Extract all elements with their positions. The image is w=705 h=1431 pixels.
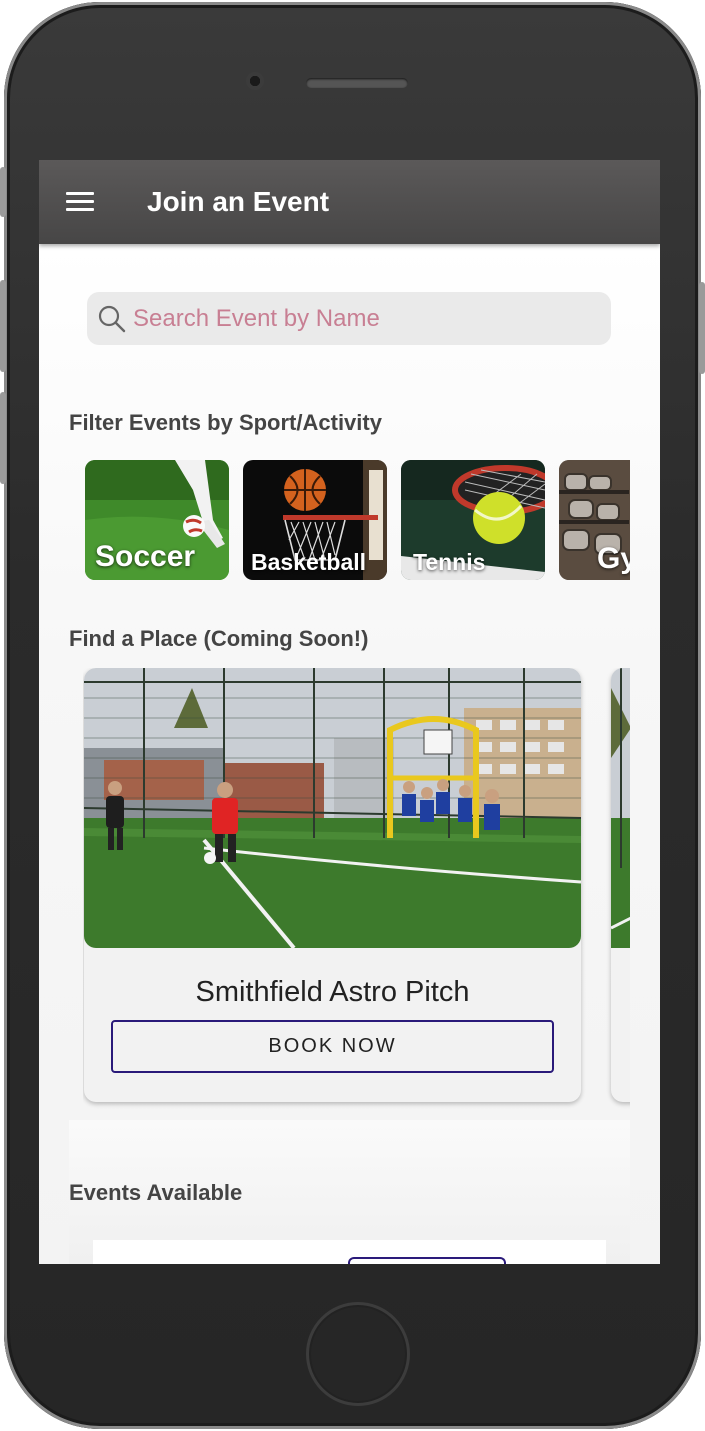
astro-pitch-image [84, 668, 581, 948]
places-carousel[interactable]: Smithfield Astro Pitch BOOK NOW [83, 668, 630, 1110]
next-place-card[interactable] [611, 668, 630, 1102]
place-photo [84, 668, 581, 948]
app-screen: Join an Event Filter Events by Sport/Act… [39, 160, 660, 1264]
place-name: Smithfield Astro Pitch [195, 976, 470, 1008]
event-card-button[interactable] [348, 1257, 506, 1264]
filter-section-title: Filter Events by Sport/Activity [69, 410, 382, 435]
sport-card-basketball[interactable]: Basketball [243, 460, 387, 580]
sport-label-tennis: Tennis [413, 549, 486, 575]
search-input[interactable] [131, 301, 595, 337]
places-section-title: Find a Place (Coming Soon!) [69, 626, 369, 651]
phone-volume-up-button [0, 280, 6, 372]
sport-card-gym[interactable]: Gy [559, 460, 630, 580]
app-bar: Join an Event [39, 160, 660, 244]
search-bar[interactable] [87, 292, 611, 345]
events-section-title: Events Available [69, 1180, 243, 1205]
earpiece-speaker [306, 78, 408, 88]
phone-side-button [0, 167, 6, 217]
sport-filter-carousel[interactable]: Soccer Basketball Tennis Gy [85, 460, 630, 581]
home-button[interactable] [306, 1302, 410, 1406]
main-content: Filter Events by Sport/Activity Soccer [39, 244, 660, 1264]
front-camera [246, 72, 264, 90]
sport-label-soccer: Soccer [95, 540, 196, 573]
phone-power-button [699, 282, 705, 374]
book-now-button[interactable]: BOOK NOW [111, 1020, 554, 1073]
phone-volume-down-button [0, 392, 6, 484]
hamburger-menu-icon[interactable] [66, 192, 96, 214]
sport-card-soccer[interactable]: Soccer [85, 460, 229, 580]
next-place-image [611, 668, 630, 948]
place-card: Smithfield Astro Pitch BOOK NOW [84, 668, 581, 1102]
page-title: Join an Event [147, 186, 330, 217]
sport-label-basketball: Basketball [251, 549, 367, 575]
search-icon [98, 305, 126, 333]
sport-card-tennis[interactable]: Tennis [401, 460, 545, 580]
sport-label-gym: Gy [597, 542, 630, 575]
